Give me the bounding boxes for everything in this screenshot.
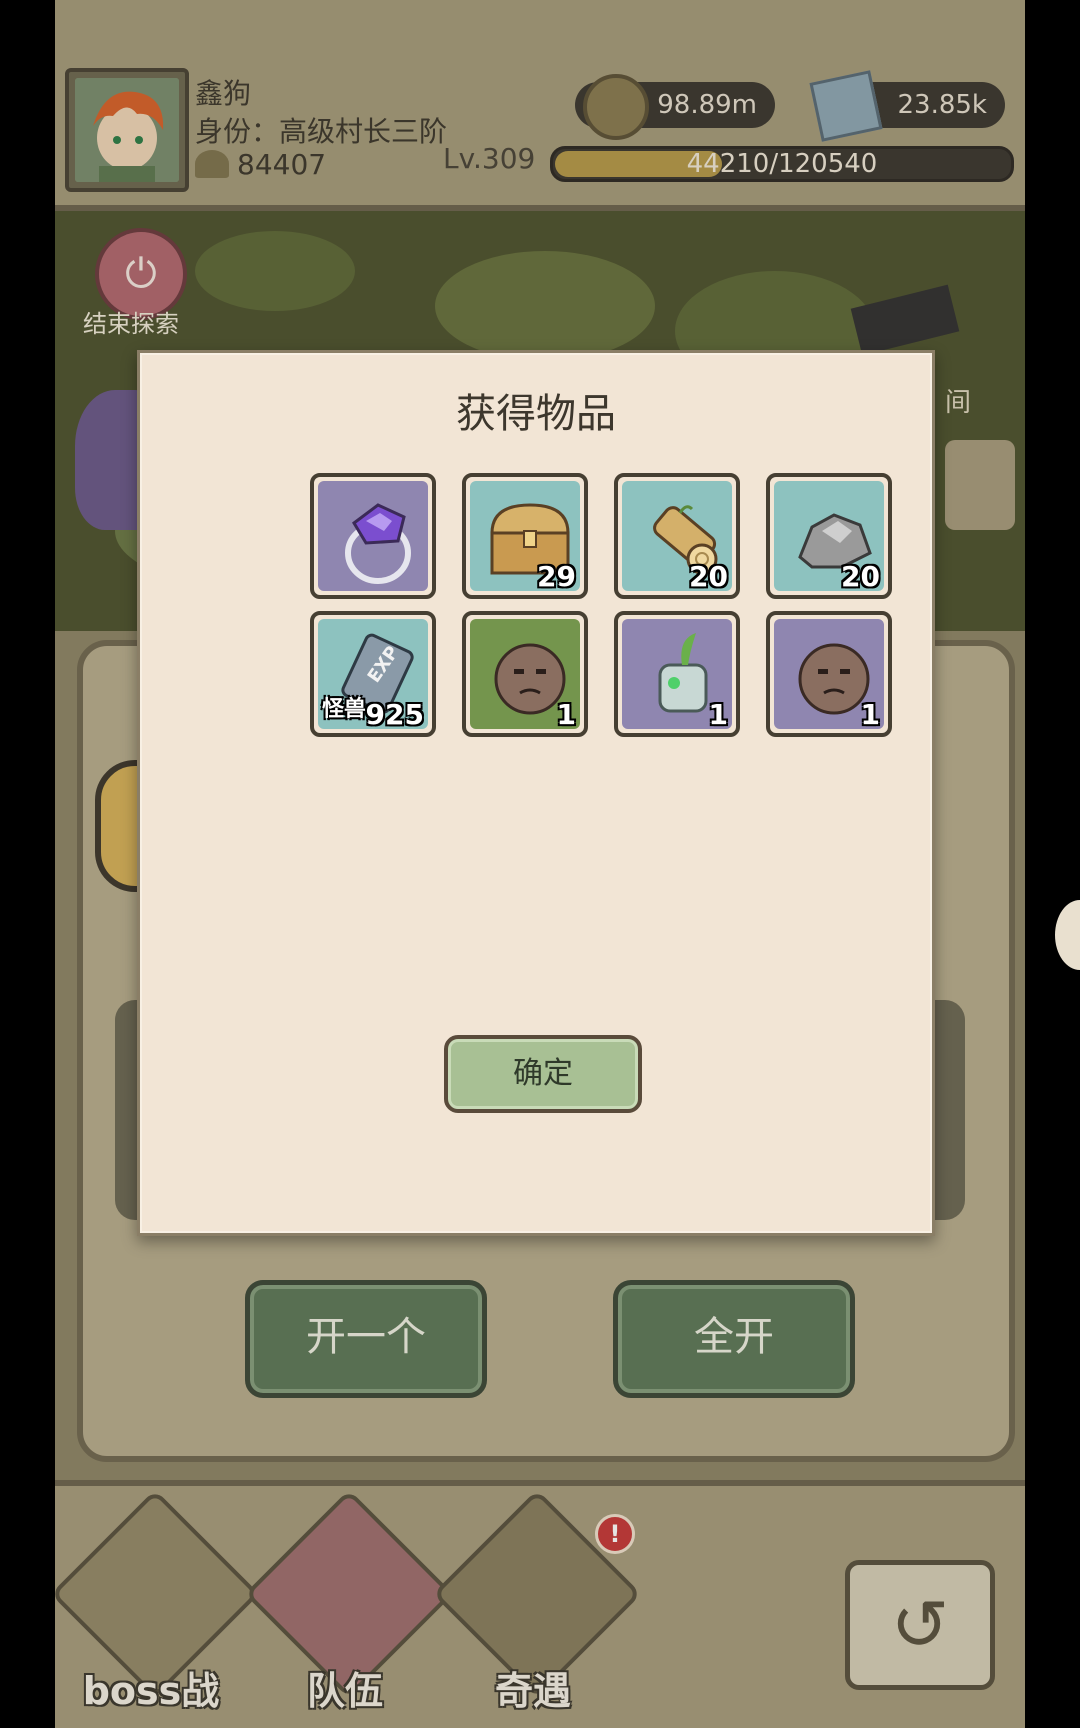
item-count: 1 (860, 698, 880, 731)
reward-item-wood[interactable]: 20 (614, 473, 740, 599)
item-count: 29 (537, 560, 576, 593)
item-sublabel: 怪兽 (322, 697, 367, 722)
item-count: 925 (365, 698, 424, 731)
reward-item-stone[interactable]: 20 (766, 473, 892, 599)
reward-item-ring[interactable] (310, 473, 436, 599)
reward-item-golem-purple[interactable]: 1 (766, 611, 892, 737)
item-count: 1 (708, 698, 728, 731)
reward-item-chest[interactable]: 29 (462, 473, 588, 599)
reward-item-plant-robot[interactable]: 1 (614, 611, 740, 737)
item-count: 20 (841, 560, 880, 593)
amethyst-ring-icon (345, 503, 411, 584)
confirm-button[interactable]: 确定 (444, 1035, 642, 1113)
dialog-title: 获得物品 (456, 391, 616, 437)
reward-item-exp-book[interactable]: EXP 怪兽 925 (310, 611, 436, 737)
item-count: 1 (556, 698, 576, 731)
floating-assist-icon[interactable] (1055, 900, 1080, 970)
item-count: 20 (689, 560, 728, 593)
game-screen: 鑫狗 身份：高级村长三阶 84407 Lv.309 44210/120540 9… (55, 0, 1025, 1728)
rewards-dialog: 获得物品 29 20 20 EXP 怪兽 925 1 1 1 确定 (137, 350, 935, 1236)
confirm-label: 确定 (513, 1056, 573, 1091)
reward-item-golem-green[interactable]: 1 (462, 611, 588, 737)
